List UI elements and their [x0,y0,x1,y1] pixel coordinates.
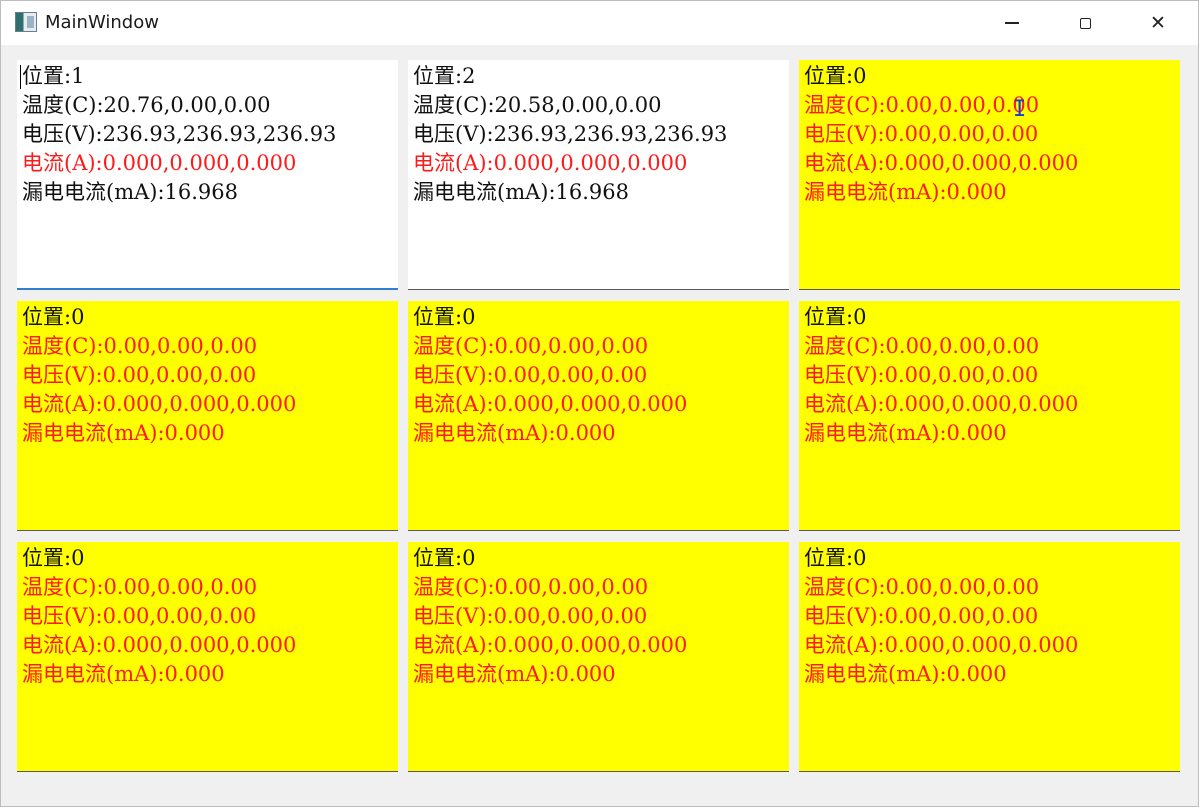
panel-leakage: 漏电电流(mA):16.968 [413,180,630,204]
panel-position: 位置:0 [413,546,476,570]
minimize-icon [1005,22,1019,24]
panel-position: 位置:1 [22,64,85,88]
panel-position: 位置:0 [804,546,867,570]
panel-current: 电流(A):0.000,0.000,0.000 [413,392,688,416]
panel-temperature: 温度(C):20.58,0.00,0.00 [413,93,662,117]
status-panel-6[interactable]: 位置:0 温度(C):0.00,0.00,0.00 电压(V):0.00,0.0… [799,301,1180,531]
panel-leakage: 漏电电流(mA):0.000 [413,662,616,686]
app-icon [15,12,37,32]
title-bar[interactable]: MainWindow ✕ [1,1,1198,45]
panel-position: 位置:0 [804,305,867,329]
maximize-button[interactable] [1049,1,1121,45]
status-panel-7[interactable]: 位置:0 温度(C):0.00,0.00,0.00 电压(V):0.00,0.0… [17,542,398,772]
panel-leakage: 漏电电流(mA):0.000 [804,421,1007,445]
panel-temperature: 温度(C):0.00,0.00,0.00 [804,575,1040,599]
maximize-icon [1079,17,1091,29]
panel-current: 电流(A):0.000,0.000,0.000 [804,392,1079,416]
panel-leakage: 漏电电流(mA):0.000 [22,421,225,445]
panel-position: 位置:2 [413,64,476,88]
panel-position: 位置:0 [22,546,85,570]
panel-current: 电流(A):0.000,0.000,0.000 [804,633,1079,657]
window-title: MainWindow [45,12,159,33]
panel-current: 电流(A):0.000,0.000,0.000 [22,633,297,657]
status-panel-2[interactable]: 位置:2 温度(C):20.58,0.00,0.00 电压(V):236.93,… [408,60,789,290]
panel-voltage: 电压(V):0.00,0.00,0.00 [804,363,1039,387]
panel-current: 电流(A):0.000,0.000,0.000 [22,151,297,175]
panel-current: 电流(A):0.000,0.000,0.000 [804,151,1079,175]
panel-position: 位置:0 [804,64,867,88]
panel-current: 电流(A):0.000,0.000,0.000 [413,633,688,657]
status-panel-5[interactable]: 位置:0 温度(C):0.00,0.00,0.00 电压(V):0.00,0.0… [408,301,789,531]
panel-temperature: 温度(C):0.00,0.00,0.00 [22,334,258,358]
panel-position: 位置:0 [22,305,85,329]
panel-temperature: 温度(C):0.00,0.00,0.00 [413,575,649,599]
ibeam-cursor-icon: I [1013,97,1027,122]
status-panel-3[interactable]: 位置:0 温度(C):0.00,0.00,0.00 电压(V):0.00,0.0… [799,60,1180,290]
panel-temperature: 温度(C):20.76,0.00,0.00 [22,93,271,117]
panel-temperature: 温度(C):0.00,0.00,0.00 [22,575,258,599]
panel-leakage: 漏电电流(mA):0.000 [804,180,1007,204]
panel-voltage: 电压(V):0.00,0.00,0.00 [804,122,1039,146]
panel-leakage: 漏电电流(mA):16.968 [22,180,239,204]
close-button[interactable]: ✕ [1122,1,1194,45]
panel-leakage: 漏电电流(mA):0.000 [22,662,225,686]
status-panel-4[interactable]: 位置:0 温度(C):0.00,0.00,0.00 电压(V):0.00,0.0… [17,301,398,531]
panel-temperature: 温度(C):0.00,0.00,0.00 [413,334,649,358]
panel-voltage: 电压(V):0.00,0.00,0.00 [413,363,648,387]
panel-temperature: 温度(C):0.00,0.00,0.00 [804,93,1040,117]
panel-voltage: 电压(V):236.93,236.93,236.93 [413,122,728,146]
minimize-button[interactable] [976,1,1048,45]
panel-voltage: 电压(V):0.00,0.00,0.00 [413,604,648,628]
status-panel-9[interactable]: 位置:0 温度(C):0.00,0.00,0.00 电压(V):0.00,0.0… [799,542,1180,772]
text-caret [20,65,21,89]
panel-current: 电流(A):0.000,0.000,0.000 [22,392,297,416]
panel-leakage: 漏电电流(mA):0.000 [804,662,1007,686]
status-panel-1[interactable]: 位置:1 温度(C):20.76,0.00,0.00 电压(V):236.93,… [17,60,398,290]
main-window: MainWindow ✕ 位置:1 温度(C):20.76,0.00,0.00 … [0,0,1199,807]
panel-voltage: 电压(V):0.00,0.00,0.00 [22,363,257,387]
close-icon: ✕ [1150,11,1166,34]
panel-position: 位置:0 [413,305,476,329]
panel-temperature: 温度(C):0.00,0.00,0.00 [804,334,1040,358]
panel-leakage: 漏电电流(mA):0.000 [413,421,616,445]
panel-current: 电流(A):0.000,0.000,0.000 [413,151,688,175]
panel-voltage: 电压(V):236.93,236.93,236.93 [22,122,337,146]
panel-voltage: 电压(V):0.00,0.00,0.00 [22,604,257,628]
status-panel-8[interactable]: 位置:0 温度(C):0.00,0.00,0.00 电压(V):0.00,0.0… [408,542,789,772]
panel-voltage: 电压(V):0.00,0.00,0.00 [804,604,1039,628]
